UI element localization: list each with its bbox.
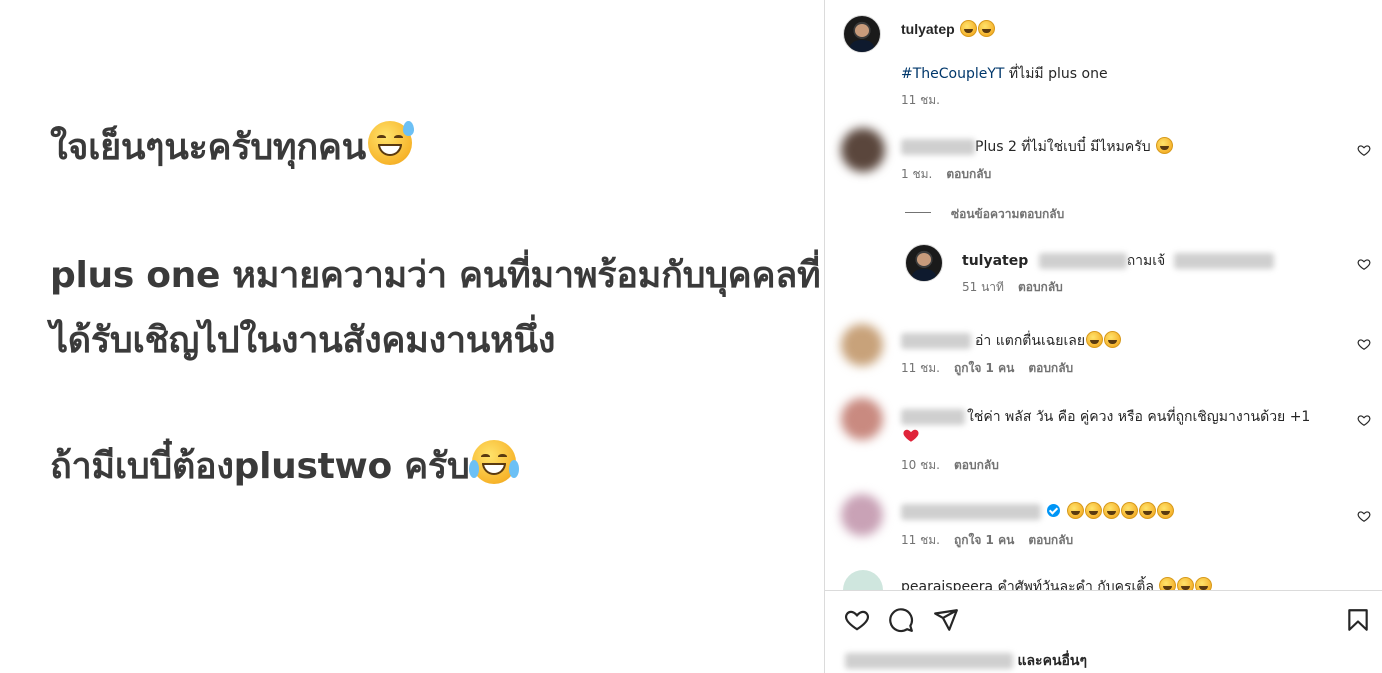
like-comment-heart-icon[interactable] (1357, 413, 1371, 427)
commenter-username[interactable] (901, 504, 1041, 520)
reply-meta: 51 นาที ตอบกลับ (962, 278, 1077, 297)
partial-comment-row: pearaispeera คำศัพท์วันละคำ กับครูเติ้ล (825, 568, 1382, 590)
owner-avatar[interactable] (843, 15, 881, 53)
mention-link[interactable] (1038, 253, 1127, 269)
reply-button[interactable]: ตอบกลับ (1028, 533, 1073, 547)
caption-time: 11 ชม. (901, 93, 940, 107)
caption: #TheCoupleYT ที่ไม่มี plus one (901, 63, 1108, 85)
commenter-username[interactable] (901, 139, 975, 155)
comment-1-text: Plus 2 ที่ไม่ใช่เบบี๋ มีไหมครับ (975, 139, 1151, 155)
owner-username-text[interactable]: tulyatep (901, 21, 955, 37)
reply-button[interactable]: ตอบกลับ (946, 167, 991, 181)
post-text-line-4: ถ้ามีเบบี๋ต้องplustwo ครับ (50, 437, 519, 494)
reply-text: ถามเจ้ (1126, 253, 1166, 269)
joy-emoji-icon (1104, 331, 1122, 348)
post-line-1-text: ใจเย็นๆนะครับทุกคน (50, 127, 366, 168)
commenter-username[interactable] (901, 333, 971, 349)
emoji-icon (1195, 577, 1213, 590)
emoji-icon (1159, 577, 1177, 590)
liker-username[interactable] (845, 653, 1013, 669)
share-icon[interactable] (933, 607, 959, 633)
comment-likes-count[interactable]: ถูกใจ 1 คน (954, 533, 1014, 547)
joy-emoji-icon (468, 440, 519, 484)
reply-comment: tulyatep ถามเจ้ (962, 250, 1274, 272)
rofl-emoji-icon (1157, 502, 1174, 519)
sad-emoji-icon (977, 20, 995, 37)
emoji-icon (1177, 577, 1195, 590)
reply-username[interactable]: tulyatep (962, 253, 1028, 269)
post-text-line-2: plus one หมายความว่า คนที่มาพร้อมกับบุคค… (50, 255, 821, 296)
comment-1-meta: 1 ชม. ตอบกลับ (901, 165, 1005, 184)
grin-emoji-icon (959, 20, 977, 37)
reply-button[interactable]: ตอบกลับ (1028, 361, 1073, 375)
comment-time: 1 ชม. (901, 167, 933, 181)
comment-time: 10 ชม. (901, 458, 940, 472)
commenter-avatar[interactable] (841, 324, 883, 366)
like-comment-heart-icon[interactable] (1357, 509, 1371, 523)
post-image: ใจเย็นๆนะครับทุกคน plus one หมายความว่า … (0, 0, 824, 673)
comment-6: pearaispeera คำศัพท์วันละคำ กับครูเติ้ล (901, 576, 1213, 590)
comment-icon[interactable] (888, 607, 914, 633)
rofl-emoji-icon (1103, 502, 1120, 519)
comment-time: 51 นาที (962, 280, 1004, 294)
rofl-emoji-icon (1067, 502, 1084, 519)
comment-1: Plus 2 ที่ไม่ใช่เบบี๋ มีไหมครับ (901, 136, 1174, 158)
commenter-avatar[interactable] (841, 494, 883, 536)
post-text-line-1: ใจเย็นๆนะครับทุกคน (50, 118, 414, 175)
post-text-line-3: ได้รับเชิญไปในงานสังคมงานหนึ่ง (50, 320, 556, 361)
comment-5 (901, 502, 1174, 520)
caption-text: ที่ไม่มี plus one (1004, 66, 1108, 82)
caption-hashtag-link[interactable]: #TheCoupleYT (901, 66, 1004, 82)
comment-5-meta: 11 ชม. ถูกใจ 1 คน ตอบกลับ (901, 531, 1087, 550)
bookmark-icon[interactable] (1345, 607, 1371, 633)
commenter-username[interactable] (901, 409, 965, 425)
post-line-4-text: ถ้ามีเบบี๋ต้องplustwo ครับ (50, 446, 470, 487)
rofl-emoji-icon (1121, 502, 1138, 519)
comment-4-text: ใช่ค่า พลัส วัน คือ คู่ควง หรือ คนที่ถูก… (967, 409, 1311, 425)
red-heart-emoji-icon (903, 429, 919, 442)
hide-replies-button[interactable]: ซ่อนข้อความตอบกลับ (951, 205, 1064, 224)
comment-4: ใช่ค่า พลัส วัน คือ คู่ควง หรือ คนที่ถูก… (901, 406, 1310, 428)
sweat-smile-emoji-icon (367, 121, 414, 165)
comment-4-meta: 10 ชม. ตอบกลับ (901, 456, 1013, 475)
comment-6-text: pearaispeera คำศัพท์วันละคำ กับครูเติ้ล (901, 579, 1154, 590)
likes-summary[interactable]: และคนอื่นๆ (845, 650, 1087, 672)
reply-owner-avatar[interactable] (905, 244, 943, 282)
owner-username[interactable]: tulyatep (901, 20, 995, 37)
commenter-avatar[interactable] (841, 128, 885, 172)
mention-link[interactable] (1173, 253, 1274, 269)
joy-emoji-icon (1086, 331, 1104, 348)
comment-time: 11 ชม. (901, 361, 940, 375)
comment-3-meta: 11 ชม. ถูกใจ 1 คน ตอบกลับ (901, 359, 1087, 378)
comment-time: 11 ชม. (901, 533, 940, 547)
likes-others-text[interactable]: และคนอื่นๆ (1017, 653, 1087, 669)
commenter-avatar[interactable] (843, 570, 883, 590)
comment-3-text: อ่า แตกตื่นเฉยเลย (975, 333, 1086, 349)
heart-icon[interactable] (844, 607, 870, 633)
rofl-emoji-icon (1139, 502, 1156, 519)
reply-button[interactable]: ตอบกลับ (1018, 280, 1063, 294)
comment-3: อ่า แตกตื่นเฉยเลย (901, 330, 1122, 352)
like-comment-heart-icon[interactable] (1357, 143, 1371, 157)
like-comment-heart-icon[interactable] (1357, 257, 1371, 271)
verified-badge-icon (1047, 504, 1060, 517)
joy-emoji-icon (1156, 137, 1174, 154)
reply-button[interactable]: ตอบกลับ (954, 458, 999, 472)
comment-likes-count[interactable]: ถูกใจ 1 คน (954, 361, 1014, 375)
comments-panel: tulyatep #TheCoupleYT ที่ไม่มี plus one … (824, 0, 1382, 673)
like-comment-heart-icon[interactable] (1357, 337, 1371, 351)
rofl-emoji-icon (1085, 502, 1102, 519)
reply-divider (905, 212, 931, 213)
commenter-avatar[interactable] (841, 398, 883, 440)
